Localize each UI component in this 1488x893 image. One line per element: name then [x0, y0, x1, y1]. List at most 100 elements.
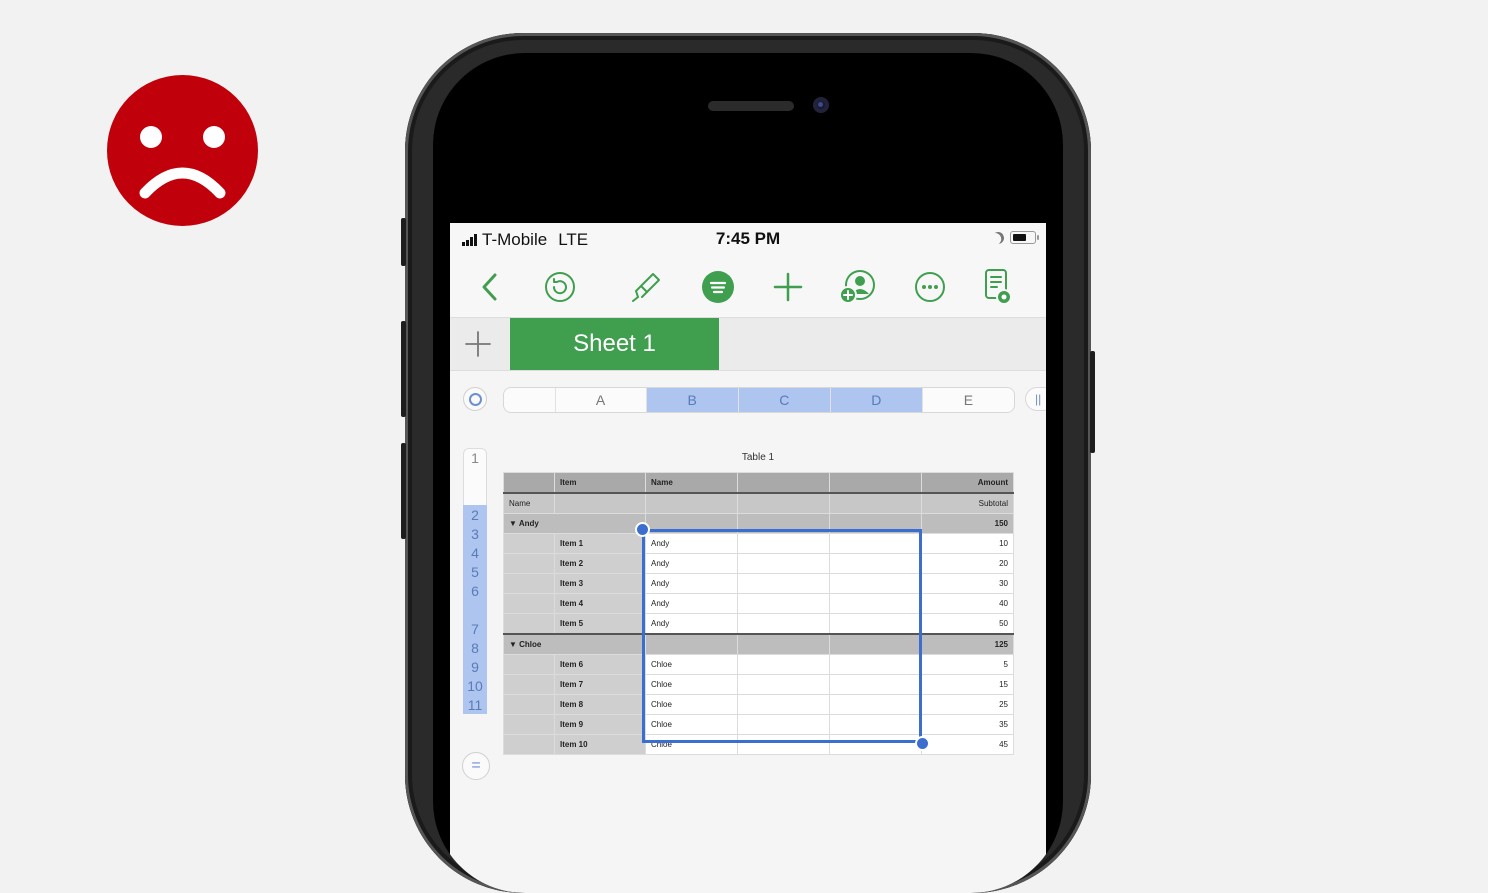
table-cell[interactable] [645, 633, 738, 655]
table-cell[interactable] [829, 553, 922, 574]
more-button[interactable] [910, 267, 950, 307]
add-row-button[interactable]: = [462, 752, 490, 780]
table-cell[interactable] [829, 694, 922, 715]
name-cell[interactable]: Chloe [645, 654, 738, 675]
row-header-3[interactable]: 3 [463, 524, 487, 543]
column-resize-handle[interactable]: || [1025, 387, 1046, 411]
table-cell[interactable] [645, 513, 738, 534]
header-cell[interactable] [829, 472, 922, 494]
reader-view-button[interactable] [978, 267, 1018, 307]
tab-sheet-1[interactable]: Sheet 1 [510, 318, 719, 370]
table-cell[interactable] [737, 613, 830, 635]
table-cell[interactable] [829, 573, 922, 594]
row-header-7[interactable]: 7 [463, 619, 487, 638]
table-cell[interactable] [737, 513, 830, 534]
amount-cell[interactable]: 5 [921, 654, 1014, 675]
header-cell[interactable] [503, 472, 555, 494]
column-header-a[interactable]: A [554, 388, 646, 412]
name-cell[interactable]: Andy [645, 573, 738, 594]
amount-cell[interactable]: 15 [921, 674, 1014, 695]
table-cell[interactable] [737, 573, 830, 594]
table-cell[interactable] [503, 714, 555, 735]
table-cell[interactable] [829, 674, 922, 695]
table-cell[interactable] [645, 492, 738, 514]
amount-cell[interactable]: 30 [921, 573, 1014, 594]
header-cell[interactable] [737, 472, 830, 494]
item-cell[interactable]: Item 1 [554, 533, 646, 554]
table-cell[interactable] [503, 553, 555, 574]
insert-button[interactable] [768, 267, 808, 307]
item-cell[interactable]: Item 2 [554, 553, 646, 574]
amount-cell[interactable]: 20 [921, 553, 1014, 574]
table-cell[interactable] [829, 654, 922, 675]
table-cell[interactable] [737, 492, 830, 514]
name-cell[interactable]: Chloe [645, 674, 738, 695]
format-brush-button[interactable] [626, 267, 666, 307]
table-cell[interactable] [503, 694, 555, 715]
item-cell[interactable]: Item 6 [554, 654, 646, 675]
column-header-c[interactable]: C [737, 388, 830, 412]
name-cell[interactable]: Andy [645, 553, 738, 574]
table-cell[interactable] [503, 734, 555, 755]
group-label-cell[interactable]: Name [503, 492, 555, 514]
name-cell[interactable]: Chloe [645, 714, 738, 735]
group-subtotal-cell[interactable]: 150 [921, 513, 1014, 534]
add-sheet-button[interactable] [460, 326, 496, 362]
amount-cell[interactable]: 10 [921, 533, 1014, 554]
table-cell[interactable] [737, 674, 830, 695]
row-header-5[interactable]: 5 [463, 562, 487, 581]
amount-cell[interactable]: 45 [921, 734, 1014, 755]
back-button[interactable] [470, 267, 510, 307]
column-header-d[interactable]: D [829, 388, 922, 412]
header-cell-item[interactable]: Item [554, 472, 646, 494]
amount-cell[interactable]: 25 [921, 694, 1014, 715]
row-header-4[interactable]: 4 [463, 543, 487, 562]
name-cell[interactable]: Andy [645, 593, 738, 614]
column-header-b[interactable]: B [645, 388, 738, 412]
amount-cell[interactable]: 50 [921, 613, 1014, 635]
table-cell[interactable] [829, 613, 922, 635]
table-cell[interactable] [829, 734, 922, 755]
group-name-cell[interactable]: ▼ Andy [503, 513, 646, 534]
selection-handle-bottom-right[interactable] [915, 736, 930, 751]
group-name-cell[interactable]: ▼ Chloe [503, 633, 646, 655]
name-cell[interactable]: Chloe [645, 734, 738, 755]
table-cell[interactable] [737, 553, 830, 574]
select-table-button[interactable] [463, 387, 487, 411]
table-cell[interactable] [829, 633, 922, 655]
table-cell[interactable] [503, 654, 555, 675]
item-cell[interactable]: Item 7 [554, 674, 646, 695]
row-header-1[interactable]: 1 [463, 448, 487, 467]
amount-cell[interactable]: 35 [921, 714, 1014, 735]
row-header-11[interactable]: 11 [463, 695, 487, 714]
name-cell[interactable]: Andy [645, 533, 738, 554]
table-cell[interactable] [829, 533, 922, 554]
table-cell[interactable] [503, 613, 555, 635]
subtotal-label-cell[interactable]: Subtotal [921, 492, 1014, 514]
table-cell[interactable] [503, 573, 555, 594]
item-cell[interactable]: Item 10 [554, 734, 646, 755]
table-cell[interactable] [737, 533, 830, 554]
row-header-9[interactable]: 9 [463, 657, 487, 676]
name-cell[interactable]: Chloe [645, 694, 738, 715]
row-header-10[interactable]: 10 [463, 676, 487, 695]
table-cell[interactable] [829, 714, 922, 735]
table-cell[interactable] [829, 593, 922, 614]
table-cell[interactable] [737, 694, 830, 715]
table-cell[interactable] [503, 674, 555, 695]
row-header-6[interactable]: 6 [463, 581, 487, 600]
table-cell[interactable] [829, 513, 922, 534]
amount-cell[interactable]: 40 [921, 593, 1014, 614]
selection-handle-top-left[interactable] [635, 522, 650, 537]
table-cell[interactable] [829, 492, 922, 514]
table-cell[interactable] [554, 492, 646, 514]
header-cell-amount[interactable]: Amount [921, 472, 1014, 494]
item-cell[interactable]: Item 4 [554, 593, 646, 614]
table-cell[interactable] [737, 654, 830, 675]
table-cell[interactable] [737, 593, 830, 614]
table-cell[interactable] [737, 714, 830, 735]
item-cell[interactable]: Item 5 [554, 613, 646, 635]
item-cell[interactable]: Item 8 [554, 694, 646, 715]
collaborate-button[interactable] [838, 267, 878, 307]
item-cell[interactable]: Item 9 [554, 714, 646, 735]
